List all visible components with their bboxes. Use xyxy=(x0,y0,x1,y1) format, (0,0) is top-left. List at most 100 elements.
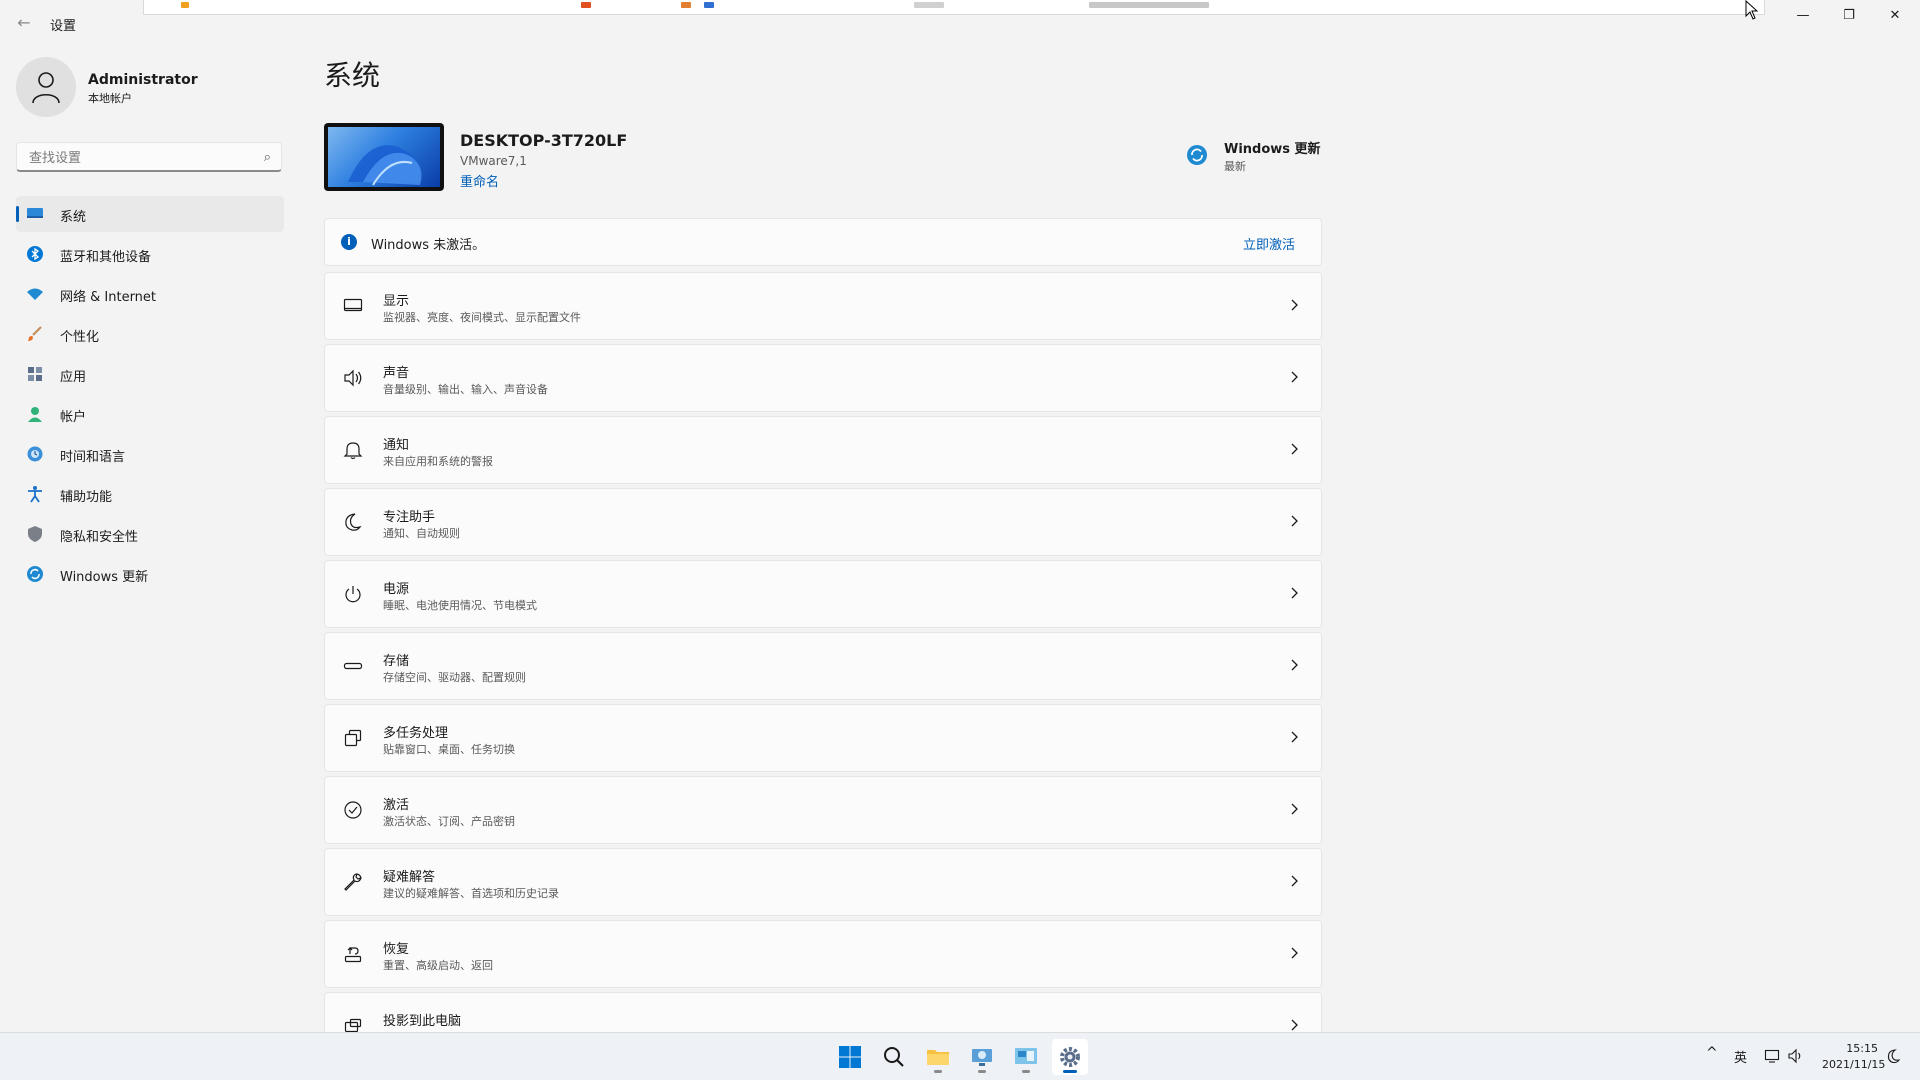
sidebar-item-system[interactable]: 系统 xyxy=(16,196,284,232)
windows-update-title: Windows 更新 xyxy=(1224,142,1321,157)
info-icon: i xyxy=(341,234,357,250)
sidebar-item-privacy[interactable]: 隐私和安全性 xyxy=(16,516,284,552)
network-app-button[interactable] xyxy=(964,1039,1000,1075)
avatar xyxy=(16,57,76,117)
setting-title: 恢复 xyxy=(383,942,410,957)
search-button[interactable] xyxy=(876,1039,912,1075)
sidebar-item-label: 个性化 xyxy=(60,330,100,345)
setting-title: 专注助手 xyxy=(383,510,436,525)
setting-title: 显示 xyxy=(383,294,410,309)
system-clock[interactable]: 15:15 2021/11/15 xyxy=(1822,1041,1885,1073)
close-button[interactable]: ✕ xyxy=(1872,0,1918,32)
setting-multitasking[interactable]: 多任务处理 贴靠窗口、桌面、任务切换 xyxy=(324,704,1322,772)
start-button[interactable] xyxy=(832,1039,868,1075)
sidebar-item-accessibility[interactable]: 辅助功能 xyxy=(16,476,284,512)
setting-subtitle: 建议的疑难解答、首选项和历史记录 xyxy=(383,887,559,900)
network-icon[interactable] xyxy=(1764,1048,1780,1064)
banner-text: Windows 未激活。 xyxy=(371,238,486,253)
wrench-icon xyxy=(344,873,362,891)
setting-subtitle: 重置、高级启动、返回 xyxy=(383,959,493,972)
windows-update-status[interactable]: Windows 更新 最新 xyxy=(1186,136,1326,176)
windows-logo-icon xyxy=(839,1046,861,1068)
mouse-cursor-icon xyxy=(1745,0,1759,20)
accessibility-icon xyxy=(28,486,42,503)
search-icon xyxy=(884,1047,904,1067)
setting-subtitle: 激活状态、订阅、产品密钥 xyxy=(383,815,515,828)
setting-title: 声音 xyxy=(383,366,410,381)
restore-button[interactable]: ❐ xyxy=(1826,0,1872,32)
setting-activation[interactable]: 激活 激活状态、订阅、产品密钥 xyxy=(324,776,1322,844)
app-title: 设置 xyxy=(50,19,77,34)
system-icon xyxy=(27,208,43,218)
page-title: 系统 xyxy=(324,59,381,92)
search-input[interactable] xyxy=(27,148,251,168)
rename-link[interactable]: 重命名 xyxy=(460,171,499,190)
person-icon xyxy=(32,72,60,104)
control-panel-button[interactable] xyxy=(1008,1039,1044,1075)
setting-storage[interactable]: 存储 存储空间、驱动器、配置规则 xyxy=(324,632,1322,700)
setting-subtitle: 睡眠、电池使用情况、节电模式 xyxy=(383,599,537,612)
file-explorer-button[interactable] xyxy=(920,1039,956,1075)
speaker-icon xyxy=(344,369,362,387)
sidebar-item-label: 隐私和安全性 xyxy=(60,530,139,545)
chevron-right-icon xyxy=(1291,875,1298,887)
sidebar-item-label: 网络 & Internet xyxy=(60,290,157,305)
minimize-button[interactable]: — xyxy=(1780,0,1826,32)
chevron-right-icon xyxy=(1291,1019,1298,1031)
sidebar-item-accounts[interactable]: 帐户 xyxy=(16,396,284,432)
sidebar-item-label: 系统 xyxy=(60,210,87,225)
setting-title: 通知 xyxy=(383,438,410,453)
back-button[interactable]: ← xyxy=(12,12,36,36)
setting-subtitle: 贴靠窗口、桌面、任务切换 xyxy=(383,743,515,756)
setting-notifications[interactable]: 通知 来自应用和系统的警报 xyxy=(324,416,1322,484)
user-profile[interactable]: Administrator 本地帐户 xyxy=(16,57,286,117)
windows-update-state: 最新 xyxy=(1224,160,1246,173)
settings-button[interactable] xyxy=(1052,1039,1088,1075)
profile-account-type: 本地帐户 xyxy=(88,92,132,105)
running-indicator xyxy=(1063,1070,1077,1073)
sidebar-item-label: 时间和语言 xyxy=(60,450,126,465)
volume-icon[interactable] xyxy=(1788,1048,1804,1064)
show-hidden-icons-chevron[interactable]: ^ xyxy=(1706,1045,1718,1061)
setting-title: 疑难解答 xyxy=(383,870,436,885)
moon-icon xyxy=(345,513,362,531)
sidebar-item-bluetooth[interactable]: 蓝牙和其他设备 xyxy=(16,236,284,272)
storage-icon xyxy=(343,662,363,670)
setting-focus-assist[interactable]: 专注助手 通知、自动规则 xyxy=(324,488,1322,556)
toolbar-chip xyxy=(1089,2,1209,8)
activation-banner: i Windows 未激活。 立即激活 xyxy=(324,218,1322,266)
search-icon[interactable]: ⌕ xyxy=(264,150,271,165)
gear-icon xyxy=(1060,1047,1080,1067)
setting-troubleshoot[interactable]: 疑难解答 建议的疑难解答、首选项和历史记录 xyxy=(324,848,1322,916)
setting-power[interactable]: 电源 睡眠、电池使用情况、节电模式 xyxy=(324,560,1322,628)
sidebar-item-network[interactable]: 网络 & Internet xyxy=(16,276,284,312)
sidebar-item-windows-update[interactable]: Windows 更新 xyxy=(16,556,284,592)
chevron-right-icon xyxy=(1291,299,1298,311)
settings-list: 显示 监视器、亮度、夜间模式、显示配置文件 声音 音量级别、输出、输入、声音设备… xyxy=(324,272,1322,1032)
remote-toolbar xyxy=(143,0,1765,15)
input-method-indicator[interactable]: 英 xyxy=(1734,1047,1747,1066)
setting-subtitle: 监视器、亮度、夜间模式、显示配置文件 xyxy=(383,311,581,324)
toolbar-chip xyxy=(704,2,714,8)
recovery-icon xyxy=(344,947,362,963)
taskbar: ^ 英 15:15 2021/11/15 xyxy=(0,1032,1920,1080)
activate-now-link[interactable]: 立即激活 xyxy=(1243,234,1295,253)
control-panel-icon xyxy=(1015,1048,1037,1064)
sidebar-item-personalization[interactable]: 个性化 xyxy=(16,316,284,352)
focus-moon-icon[interactable] xyxy=(1886,1048,1902,1064)
project-icon xyxy=(344,1018,362,1032)
power-icon xyxy=(345,586,361,603)
display-icon xyxy=(343,298,363,312)
account-icon xyxy=(28,407,42,422)
sidebar-item-time-language[interactable]: 时间和语言 xyxy=(16,436,284,472)
device-name: DESKTOP-3T720LF xyxy=(460,131,628,150)
running-indicator xyxy=(978,1070,986,1073)
setting-title: 激活 xyxy=(383,798,410,813)
bell-icon xyxy=(343,442,363,460)
running-indicator xyxy=(1022,1070,1030,1073)
setting-display[interactable]: 显示 监视器、亮度、夜间模式、显示配置文件 xyxy=(324,272,1322,340)
sidebar-item-apps[interactable]: 应用 xyxy=(16,356,284,392)
setting-project-to-pc[interactable]: 投影到此电脑 xyxy=(324,992,1322,1032)
setting-sound[interactable]: 声音 音量级别、输出、输入、声音设备 xyxy=(324,344,1322,412)
setting-recovery[interactable]: 恢复 重置、高级启动、返回 xyxy=(324,920,1322,988)
